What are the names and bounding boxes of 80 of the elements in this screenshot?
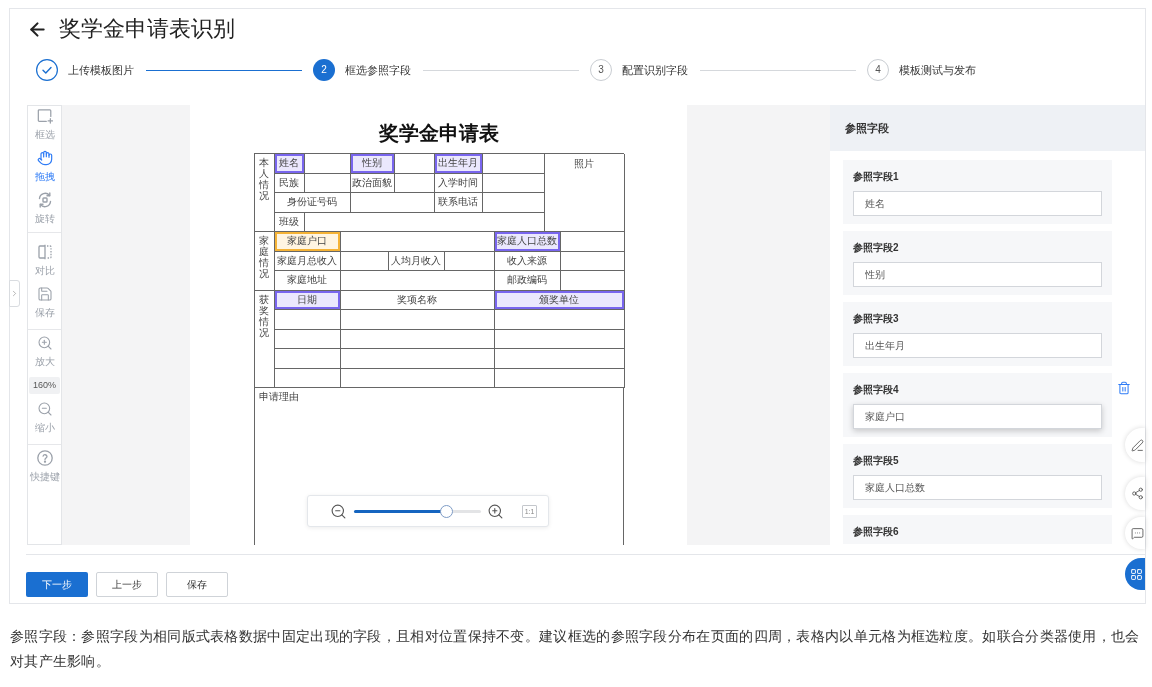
form-title: 奖学金申请表 <box>378 121 499 145</box>
share-icon <box>1131 487 1144 500</box>
text-input[interactable]: 家庭人口总数 <box>853 475 1102 500</box>
text-input[interactable]: 姓名 <box>853 191 1102 216</box>
apps-button[interactable] <box>1125 558 1145 590</box>
compare-icon <box>36 244 53 260</box>
highlighted-cell: 出生年月 <box>434 154 483 174</box>
tool-button[interactable]: 缩小 <box>28 399 61 441</box>
zoom-in-icon <box>36 335 53 351</box>
field-label: 参照字段4 <box>853 383 899 397</box>
slider-thumb[interactable] <box>440 504 454 518</box>
step-number: 4 <box>867 59 889 81</box>
tool-button[interactable]: 放大 <box>28 333 61 375</box>
field-label: 参照字段6 <box>853 525 899 539</box>
text-input[interactable]: 家庭户口 <box>853 404 1102 429</box>
tool-button[interactable]: 快捷键 <box>28 448 61 490</box>
table-cell: 联系电话 <box>434 193 483 213</box>
tool-button[interactable]: 对比 <box>28 242 61 284</box>
feedback-button[interactable] <box>1125 517 1145 549</box>
table-cell <box>340 251 389 271</box>
step-label: 模板测试与发布 <box>899 63 976 78</box>
pen-icon <box>1131 438 1144 452</box>
zoom-out-icon[interactable] <box>330 502 347 520</box>
grid-icon <box>1130 567 1143 581</box>
table-cell <box>482 193 545 213</box>
panel-header: 参照字段 <box>830 105 1145 151</box>
table-cell: 邮政编码 <box>494 271 561 291</box>
highlighted-cell: 家庭人口总数 <box>494 232 561 252</box>
field-label: 参照字段5 <box>853 454 899 468</box>
highlighted-cell: 性别 <box>350 154 395 174</box>
step-label: 上传模板图片 <box>68 63 134 78</box>
message-icon <box>1131 526 1144 540</box>
tool-button[interactable]: 保存 <box>28 284 61 326</box>
tool-button[interactable]: 框选 <box>28 106 61 148</box>
field-label: 参照字段1 <box>853 170 899 184</box>
table-cell <box>444 251 495 271</box>
step-label: 配置识别字段 <box>622 63 688 78</box>
step-number: 2 <box>313 59 335 81</box>
row-heading: 家庭情况 <box>254 232 275 291</box>
zoom-level: 160% <box>29 377 60 394</box>
highlighted-cell: 姓名 <box>274 154 305 174</box>
zoom-slider[interactable] <box>354 504 481 518</box>
table-cell <box>274 310 341 330</box>
chevron-right-icon <box>10 288 19 299</box>
previous-button[interactable]: 上一步 <box>96 572 158 597</box>
field-label: 参照字段3 <box>853 312 899 326</box>
table-cell <box>394 173 435 193</box>
row-heading: 本人情况 <box>254 154 275 232</box>
next-button[interactable]: 下一步 <box>26 572 88 597</box>
step-label: 框选参照字段 <box>345 63 411 78</box>
help-text: 参照字段：参照字段为相同版式表格数据中固定出现的字段，且相对位置保持不变。建议框选的参照字段分布在页面的四周，表格内以单元格为框选粒度。如联合分类器使用，也会对其产生影响。 <box>10 627 1141 671</box>
table-cell <box>560 232 625 252</box>
text-input[interactable]: 出生年月 <box>853 333 1102 358</box>
page-title: 奖学金申请表识别 <box>59 15 235 43</box>
trash-icon[interactable] <box>1117 380 1131 396</box>
zoom-out-icon <box>36 401 53 417</box>
table-cell <box>482 173 545 193</box>
table-cell <box>560 251 625 271</box>
table-cell: 申请理由 <box>258 390 299 404</box>
table-cell: 家庭地址 <box>274 271 341 291</box>
row-heading: 获奖情况 <box>254 290 275 388</box>
table-cell: 照片 <box>544 154 625 232</box>
save-button[interactable]: 保存 <box>166 572 228 597</box>
zoom-in-icon[interactable] <box>487 502 504 520</box>
text-input[interactable]: 性别 <box>853 262 1102 287</box>
table-cell <box>274 349 341 369</box>
frame-select-icon <box>36 108 53 124</box>
field-label: 参照字段2 <box>853 241 899 255</box>
highlighted-cell: 家庭户口 <box>274 232 341 252</box>
table-cell <box>560 271 625 291</box>
table-cell <box>274 329 341 349</box>
save-icon <box>36 286 53 302</box>
rotate-icon <box>36 192 53 208</box>
help-icon <box>36 450 53 466</box>
tool-button[interactable]: 旋转 <box>28 190 61 232</box>
tool-button[interactable]: 拖拽 <box>28 148 61 190</box>
table-cell: 身份证号码 <box>274 193 351 213</box>
hand-icon <box>36 150 53 166</box>
step-number: 3 <box>590 59 612 81</box>
table-cell <box>274 368 341 388</box>
